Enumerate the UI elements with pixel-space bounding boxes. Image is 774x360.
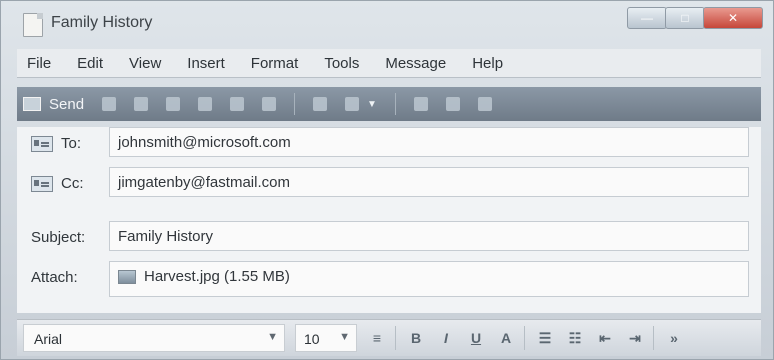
attachment-name: Harvest.jpg (1.55 MB): [144, 268, 290, 285]
send-icon: [23, 97, 41, 111]
toolbar-divider: [294, 93, 296, 115]
cc-label-group[interactable]: Cc:: [31, 175, 84, 192]
format-divider-3: [653, 326, 654, 350]
send-button[interactable]: Send: [23, 96, 84, 113]
font-color-icon[interactable]: A: [496, 327, 516, 349]
cc-row: Cc: jimgatenby@fastmail.com: [17, 167, 761, 201]
align-icon[interactable]: ≡: [367, 327, 387, 349]
attach-row: Attach: Harvest.jpg (1.55 MB): [17, 261, 761, 297]
menu-view[interactable]: View: [129, 55, 161, 72]
attachment-item[interactable]: Harvest.jpg (1.55 MB): [118, 268, 290, 285]
menu-file[interactable]: File: [27, 55, 51, 72]
more-button[interactable]: »: [664, 327, 684, 349]
toolbar: Send ▼: [17, 87, 761, 121]
subject-value: Family History: [118, 228, 214, 245]
encrypt-icon[interactable]: [445, 97, 460, 111]
copy-icon[interactable]: [134, 97, 149, 111]
font-size-select[interactable]: 10 ▼: [295, 324, 357, 352]
window-title: Family History: [51, 14, 153, 31]
check-names-icon[interactable]: [230, 97, 245, 111]
menu-message[interactable]: Message: [385, 55, 446, 72]
minimize-button[interactable]: —: [627, 7, 667, 29]
to-value: johnsmith@microsoft.com: [118, 134, 291, 151]
cc-field[interactable]: jimgatenby@fastmail.com: [109, 167, 749, 197]
underline-button[interactable]: U: [466, 327, 486, 349]
to-field[interactable]: johnsmith@microsoft.com: [109, 127, 749, 157]
font-name: Arial: [34, 331, 63, 347]
priority-dropdown-icon[interactable]: ▼: [367, 99, 377, 110]
priority-icon[interactable]: [345, 97, 360, 111]
cc-label: Cc:: [61, 175, 84, 192]
formatting-toolbar: Arial ▼ 10 ▼ ≡ B I U A ☰ ☷ ⇤ ⇥ »: [17, 319, 761, 356]
chevron-down-icon: ▼: [339, 331, 350, 343]
font-size-value: 10: [304, 331, 320, 347]
font-select[interactable]: Arial ▼: [23, 324, 285, 352]
bold-button[interactable]: B: [406, 327, 426, 349]
maximize-button[interactable]: □: [665, 7, 705, 29]
menu-format[interactable]: Format: [251, 55, 299, 72]
address-book-icon: [31, 175, 53, 192]
sign-icon[interactable]: [413, 97, 428, 111]
attach-icon[interactable]: [313, 97, 328, 111]
toolbar-divider-2: [394, 93, 396, 115]
message-header-panel: To: johnsmith@microsoft.com Cc: jimgaten…: [17, 127, 761, 313]
menu-edit[interactable]: Edit: [77, 55, 103, 72]
menu-insert[interactable]: Insert: [187, 55, 225, 72]
to-label-group[interactable]: To:: [31, 135, 81, 152]
file-icon: [118, 269, 136, 284]
address-book-icon: [31, 135, 53, 152]
minimize-icon: —: [641, 11, 653, 25]
send-label: Send: [49, 95, 85, 113]
maximize-icon: □: [681, 11, 689, 25]
close-icon: ✕: [727, 11, 739, 25]
subject-field[interactable]: Family History: [109, 221, 749, 251]
numbered-list-icon[interactable]: ☰: [535, 327, 555, 349]
attach-field[interactable]: Harvest.jpg (1.55 MB): [109, 261, 749, 297]
bulleted-list-icon[interactable]: ☷: [565, 327, 585, 349]
cc-value: jimgatenby@fastmail.com: [118, 174, 290, 191]
undo-icon[interactable]: [198, 97, 213, 111]
spelling-icon[interactable]: [262, 97, 277, 111]
to-label: To:: [61, 135, 82, 152]
attach-label: Attach:: [31, 269, 78, 286]
format-divider: [395, 326, 396, 350]
to-row: To: johnsmith@microsoft.com: [17, 127, 761, 161]
menu-bar: File Edit View Insert Format Tools Messa…: [17, 49, 761, 78]
subject-row: Subject: Family History: [17, 221, 761, 255]
close-button[interactable]: ✕: [703, 7, 763, 29]
italic-button[interactable]: I: [436, 327, 456, 349]
cut-icon[interactable]: [102, 97, 117, 111]
titlebar: Family History — □ ✕: [1, 1, 773, 45]
decrease-indent-icon[interactable]: ⇤: [595, 327, 615, 349]
format-divider-2: [524, 326, 525, 350]
email-window: Family History — □ ✕ File Edit View Inse…: [0, 0, 774, 360]
increase-indent-icon[interactable]: ⇥: [625, 327, 645, 349]
chevron-down-icon: ▼: [267, 331, 278, 343]
menu-tools[interactable]: Tools: [324, 55, 359, 72]
document-icon: [23, 13, 43, 37]
menu-help[interactable]: Help: [472, 55, 503, 72]
paste-icon[interactable]: [166, 97, 181, 111]
subject-label: Subject:: [31, 229, 86, 246]
offline-icon[interactable]: [477, 97, 492, 111]
